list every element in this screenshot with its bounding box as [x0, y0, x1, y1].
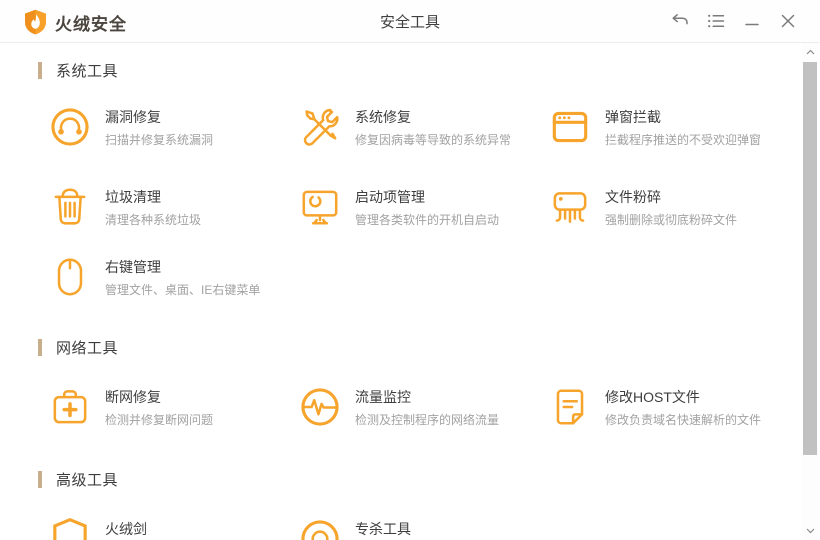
app-window: 火绒安全 安全工具 系统工具 漏洞修复 扫描并修复系统漏洞 系统修复 修复因病毒… [0, 0, 820, 540]
minimize-button[interactable] [734, 0, 770, 42]
close-icon [781, 14, 795, 28]
tool-desc: 管理各类软件的开机自启动 [355, 213, 500, 227]
undo-icon [672, 14, 688, 25]
tool-virus-killer[interactable]: 专杀工具 [297, 516, 549, 540]
tool-popup-blocker[interactable]: 弹窗拦截 拦截程序推送的不受欢迎弹窗 [547, 104, 799, 158]
section-header-network-tools: 网络工具 [38, 337, 118, 358]
tool-desc: 清理各种系统垃圾 [105, 213, 202, 227]
tool-title: 修改HOST文件 [605, 389, 700, 405]
repair-kit-icon [47, 384, 93, 430]
tool-desc: 扫描并修复系统漏洞 [105, 133, 214, 147]
app-brand: 火绒安全 [24, 9, 127, 35]
scrollbar-thumb[interactable] [803, 62, 817, 455]
tool-huorong-sword[interactable]: 火绒剑 [47, 516, 299, 540]
tool-network-repair[interactable]: 断网修复 检测并修复断网问题 [47, 384, 299, 438]
monitor-power-icon [297, 184, 343, 230]
tool-title: 漏洞修复 [105, 109, 161, 125]
crossed-tools-icon [297, 104, 343, 150]
section-marker [38, 339, 42, 356]
circle-tool-icon [297, 516, 343, 540]
section-header-system-tools: 系统工具 [38, 60, 118, 81]
tool-desc: 强制删除或彻底粉碎文件 [605, 213, 738, 227]
tool-title: 流量监控 [355, 389, 411, 405]
section-marker [38, 62, 42, 79]
tool-file-shredder[interactable]: 文件粉碎 强制删除或彻底粉碎文件 [547, 184, 799, 238]
tool-title: 系统修复 [355, 109, 411, 125]
tool-desc: 检测及控制程序的网络流量 [355, 413, 500, 427]
tool-desc: 检测并修复断网问题 [105, 413, 214, 427]
menu-list-icon [708, 14, 725, 28]
section-header-advanced-tools: 高级工具 [38, 469, 118, 490]
tool-title: 右键管理 [105, 259, 161, 275]
section-marker [38, 471, 42, 488]
shredder-icon [547, 184, 593, 230]
menu-button[interactable] [698, 0, 734, 42]
section-title: 高级工具 [56, 472, 119, 489]
tool-title: 文件粉碎 [605, 189, 661, 205]
shield-icon [47, 516, 93, 540]
tool-title: 断网修复 [105, 389, 161, 405]
section-title: 网络工具 [56, 340, 119, 357]
scroll-up-arrow-icon[interactable] [802, 45, 818, 59]
tool-junk-cleaner[interactable]: 垃圾清理 清理各种系统垃圾 [47, 184, 299, 238]
tool-title: 垃圾清理 [105, 189, 161, 205]
titlebar: 火绒安全 安全工具 [0, 0, 820, 43]
huorong-shield-logo-icon [25, 9, 46, 35]
tool-host-file-editor[interactable]: 修改HOST文件 修改负责域名快速解析的文件 [547, 384, 799, 438]
scroll-down-arrow-icon[interactable] [802, 524, 818, 538]
tool-desc: 管理文件、桌面、IE右键菜单 [105, 283, 261, 297]
mouse-icon [47, 254, 93, 300]
tool-desc: 修改负责域名快速解析的文件 [605, 413, 762, 427]
tool-title: 专杀工具 [355, 521, 411, 537]
trash-can-icon [47, 184, 93, 230]
tool-system-repair[interactable]: 系统修复 修复因病毒等导致的系统异常 [297, 104, 549, 158]
tool-title: 弹窗拦截 [605, 109, 661, 125]
tool-startup-manager[interactable]: 启动项管理 管理各类软件的开机自启动 [297, 184, 549, 238]
document-icon [547, 384, 593, 430]
scrollbar [802, 43, 818, 540]
tool-context-menu-manager[interactable]: 右键管理 管理文件、桌面、IE右键菜单 [47, 254, 299, 308]
titlebar-buttons [662, 0, 806, 42]
pulse-circle-icon [297, 384, 343, 430]
tool-desc: 拦截程序推送的不受欢迎弹窗 [605, 133, 762, 147]
tool-vulnerability-repair[interactable]: 漏洞修复 扫描并修复系统漏洞 [47, 104, 299, 158]
minimize-icon [745, 23, 759, 26]
tool-title: 启动项管理 [355, 189, 425, 205]
close-button[interactable] [770, 0, 806, 42]
undo-button[interactable] [662, 0, 698, 42]
popup-window-icon [547, 104, 593, 150]
vulnerability-scan-icon [47, 104, 93, 150]
tool-title: 火绒剑 [105, 521, 147, 537]
tool-desc: 修复因病毒等导致的系统异常 [355, 133, 512, 147]
tool-traffic-monitor[interactable]: 流量监控 检测及控制程序的网络流量 [297, 384, 549, 438]
section-title: 系统工具 [56, 63, 119, 80]
app-name: 火绒安全 [55, 14, 127, 34]
